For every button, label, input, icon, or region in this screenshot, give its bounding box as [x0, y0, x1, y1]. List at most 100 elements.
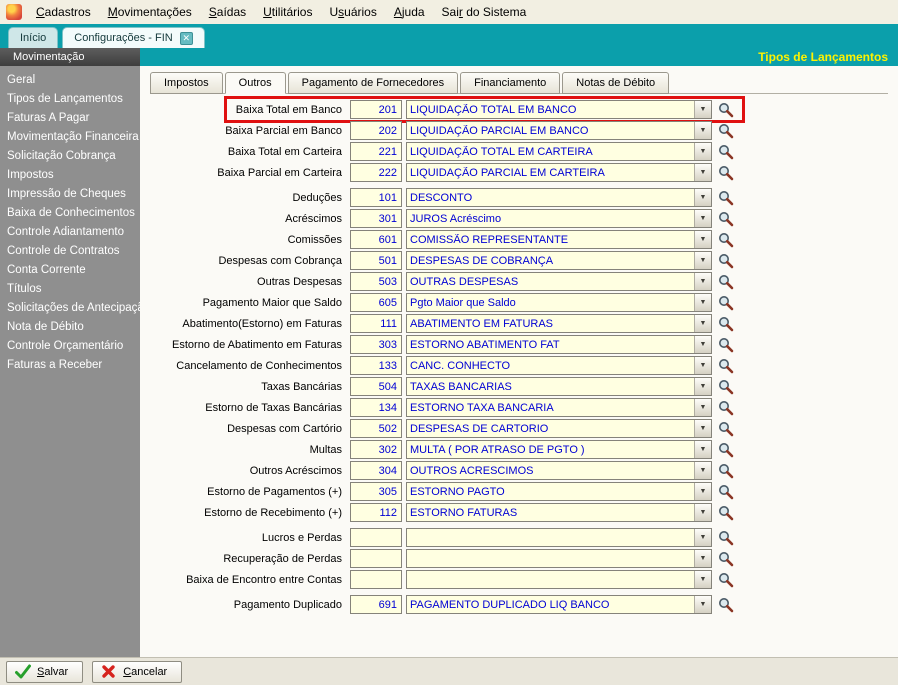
- sidebar-item-controle-orcamentario[interactable]: Controle Orçamentário: [0, 337, 140, 356]
- chevron-down-icon[interactable]: ▼: [694, 336, 711, 353]
- search-icon[interactable]: [717, 252, 734, 269]
- code-input[interactable]: [350, 100, 402, 119]
- menu-item-saidas[interactable]: Saídas: [201, 2, 254, 22]
- code-input[interactable]: [350, 570, 402, 589]
- search-icon[interactable]: [717, 336, 734, 353]
- sidebar-item-tipos-de-lancamentos[interactable]: Tipos de Lançamentos: [0, 90, 140, 109]
- menu-item-sair-do-sistema[interactable]: Sair do Sistema: [434, 2, 535, 22]
- chevron-down-icon[interactable]: ▼: [694, 571, 711, 588]
- search-icon[interactable]: [717, 399, 734, 416]
- code-input[interactable]: [350, 272, 402, 291]
- type-dropdown[interactable]: CANC. CONHECTO ▼: [406, 356, 712, 375]
- type-dropdown[interactable]: LIQUIDAÇÃO TOTAL EM BANCO ▼: [406, 100, 712, 119]
- window-tab-configuracoes-fin[interactable]: Configurações - FIN ✕: [62, 27, 204, 48]
- search-icon[interactable]: [717, 143, 734, 160]
- salvar-button[interactable]: Salvar: [6, 661, 83, 683]
- tab-financiamento[interactable]: Financiamento: [460, 72, 560, 94]
- chevron-down-icon[interactable]: ▼: [694, 550, 711, 567]
- chevron-down-icon[interactable]: ▼: [694, 357, 711, 374]
- menu-item-usuarios[interactable]: Usuários: [321, 2, 384, 22]
- type-dropdown[interactable]: ▼: [406, 549, 712, 568]
- chevron-down-icon[interactable]: ▼: [694, 252, 711, 269]
- chevron-down-icon[interactable]: ▼: [694, 143, 711, 160]
- window-tab-inicio[interactable]: Início: [8, 27, 58, 48]
- code-input[interactable]: [350, 440, 402, 459]
- code-input[interactable]: [350, 503, 402, 522]
- chevron-down-icon[interactable]: ▼: [694, 441, 711, 458]
- type-dropdown[interactable]: ESTORNO TAXA BANCARIA ▼: [406, 398, 712, 417]
- search-icon[interactable]: [717, 122, 734, 139]
- search-icon[interactable]: [717, 596, 734, 613]
- type-dropdown[interactable]: PAGAMENTO DUPLICADO LIQ BANCO ▼: [406, 595, 712, 614]
- sidebar-item-impressao-de-cheques[interactable]: Impressão de Cheques: [0, 185, 140, 204]
- tab-pagamento-de-fornecedores[interactable]: Pagamento de Fornecedores: [288, 72, 458, 94]
- type-dropdown[interactable]: MULTA ( POR ATRASO DE PGTO ) ▼: [406, 440, 712, 459]
- code-input[interactable]: [350, 188, 402, 207]
- code-input[interactable]: [350, 595, 402, 614]
- type-dropdown[interactable]: DESPESAS DE CARTORIO ▼: [406, 419, 712, 438]
- sidebar-item-solicitacoes-de-antecipacao[interactable]: Solicitações de Antecipação: [0, 299, 140, 318]
- code-input[interactable]: [350, 461, 402, 480]
- menu-item-cadastros[interactable]: Cadastros: [28, 2, 99, 22]
- type-dropdown[interactable]: ESTORNO ABATIMENTO FAT ▼: [406, 335, 712, 354]
- chevron-down-icon[interactable]: ▼: [694, 164, 711, 181]
- code-input[interactable]: [350, 528, 402, 547]
- search-icon[interactable]: [717, 483, 734, 500]
- chevron-down-icon[interactable]: ▼: [694, 596, 711, 613]
- chevron-down-icon[interactable]: ▼: [694, 529, 711, 546]
- search-icon[interactable]: [717, 101, 734, 118]
- code-input[interactable]: [350, 419, 402, 438]
- code-input[interactable]: [350, 230, 402, 249]
- tab-notas-de-debito[interactable]: Notas de Débito: [562, 72, 669, 94]
- type-dropdown[interactable]: ▼: [406, 528, 712, 547]
- search-icon[interactable]: [717, 294, 734, 311]
- type-dropdown[interactable]: COMISSÃO REPRESENTANTE ▼: [406, 230, 712, 249]
- sidebar-item-geral[interactable]: Geral: [0, 71, 140, 90]
- code-input[interactable]: [350, 356, 402, 375]
- type-dropdown[interactable]: LIQUIDAÇÃO PARCIAL EM CARTEIRA ▼: [406, 163, 712, 182]
- chevron-down-icon[interactable]: ▼: [694, 420, 711, 437]
- search-icon[interactable]: [717, 164, 734, 181]
- menu-item-utilitarios[interactable]: Utilitários: [255, 2, 320, 22]
- search-icon[interactable]: [717, 231, 734, 248]
- code-input[interactable]: [350, 209, 402, 228]
- chevron-down-icon[interactable]: ▼: [694, 483, 711, 500]
- code-input[interactable]: [350, 251, 402, 270]
- code-input[interactable]: [350, 121, 402, 140]
- code-input[interactable]: [350, 549, 402, 568]
- sidebar-item-baixa-de-conhecimentos[interactable]: Baixa de Conhecimentos: [0, 204, 140, 223]
- search-icon[interactable]: [717, 462, 734, 479]
- code-input[interactable]: [350, 142, 402, 161]
- search-icon[interactable]: [717, 189, 734, 206]
- search-icon[interactable]: [717, 357, 734, 374]
- close-icon[interactable]: ✕: [180, 32, 193, 45]
- sidebar-item-faturas-a-pagar[interactable]: Faturas A Pagar: [0, 109, 140, 128]
- type-dropdown[interactable]: DESPESAS DE COBRANÇA ▼: [406, 251, 712, 270]
- search-icon[interactable]: [717, 378, 734, 395]
- menu-item-ajuda[interactable]: Ajuda: [386, 2, 433, 22]
- type-dropdown[interactable]: JUROS Acréscimo ▼: [406, 209, 712, 228]
- type-dropdown[interactable]: OUTRAS DESPESAS ▼: [406, 272, 712, 291]
- code-input[interactable]: [350, 293, 402, 312]
- search-icon[interactable]: [717, 550, 734, 567]
- cancelar-button[interactable]: Cancelar: [92, 661, 182, 683]
- sidebar-item-solicitacao-cobranca[interactable]: Solicitação Cobrança: [0, 147, 140, 166]
- chevron-down-icon[interactable]: ▼: [694, 378, 711, 395]
- type-dropdown[interactable]: OUTROS ACRESCIMOS ▼: [406, 461, 712, 480]
- type-dropdown[interactable]: LIQUIDAÇÃO PARCIAL EM BANCO ▼: [406, 121, 712, 140]
- chevron-down-icon[interactable]: ▼: [694, 122, 711, 139]
- sidebar-item-conta-corrente[interactable]: Conta Corrente: [0, 261, 140, 280]
- type-dropdown[interactable]: DESCONTO ▼: [406, 188, 712, 207]
- type-dropdown[interactable]: ESTORNO PAGTO ▼: [406, 482, 712, 501]
- chevron-down-icon[interactable]: ▼: [694, 315, 711, 332]
- code-input[interactable]: [350, 398, 402, 417]
- code-input[interactable]: [350, 314, 402, 333]
- search-icon[interactable]: [717, 504, 734, 521]
- sidebar-item-controle-adiantamento[interactable]: Controle Adiantamento: [0, 223, 140, 242]
- tab-outros[interactable]: Outros: [225, 72, 286, 94]
- search-icon[interactable]: [717, 529, 734, 546]
- search-icon[interactable]: [717, 441, 734, 458]
- chevron-down-icon[interactable]: ▼: [694, 231, 711, 248]
- type-dropdown[interactable]: ▼: [406, 570, 712, 589]
- chevron-down-icon[interactable]: ▼: [694, 189, 711, 206]
